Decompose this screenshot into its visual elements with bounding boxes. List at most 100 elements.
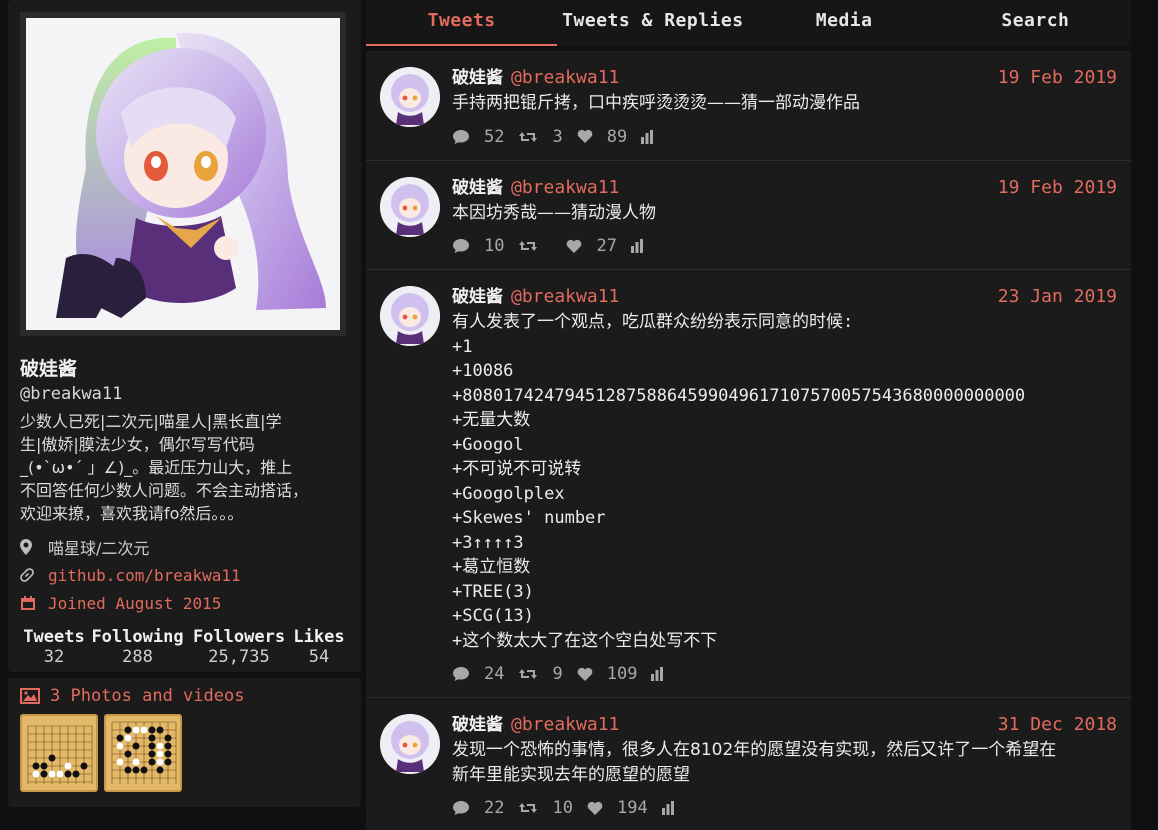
comment-icon	[453, 239, 469, 253]
heart-icon	[567, 239, 582, 253]
heart-icon	[577, 667, 593, 681]
stat-label: Likes	[293, 627, 345, 647]
retweet-icon	[519, 131, 538, 142]
tweet-avatar[interactable]	[380, 714, 440, 774]
photos-label[interactable]: 3 Photos and videos	[50, 686, 244, 706]
like-count: 194	[616, 798, 648, 818]
tweet-avatar[interactable]	[380, 176, 440, 237]
tweet[interactable]: 破娃酱 @breakwa11 31 Dec 2018 发现一个恐怖的事情，很多人…	[366, 698, 1131, 830]
tweet-author-name[interactable]: 破娃酱	[452, 63, 503, 88]
retweet-action[interactable]: 9	[518, 664, 563, 684]
link-icon	[20, 568, 48, 582]
retweet-count: 9	[552, 664, 563, 684]
stat-followers[interactable]: Followers 25,735	[187, 627, 291, 667]
retweet-action[interactable]: 10	[518, 798, 573, 818]
heart-icon	[577, 129, 593, 143]
stat-likes[interactable]: Likes 54	[291, 627, 347, 667]
reply-action[interactable]: 22	[452, 798, 504, 818]
reply-count: 24	[484, 664, 505, 684]
like-count: 89	[606, 126, 628, 147]
tweet-author-handle[interactable]: @breakwa11	[511, 714, 619, 735]
tweet-author-handle[interactable]: @breakwa11	[511, 286, 619, 307]
profile-joined: Joined August 2015	[20, 591, 349, 615]
tweet-date[interactable]: 19 Feb 2019	[998, 67, 1117, 88]
retweet-icon	[519, 669, 538, 679]
bar-chart-icon	[651, 667, 664, 681]
retweet-action[interactable]	[518, 238, 552, 254]
tweet[interactable]: 破娃酱 @breakwa11 23 Jan 2019 有人发表了一个观点，吃瓜群…	[366, 270, 1131, 698]
like-action[interactable]: 89	[577, 127, 627, 147]
profile-avatar[interactable]	[20, 12, 346, 336]
stats-action[interactable]	[661, 801, 688, 815]
tweet-actions: 22 10 194	[452, 797, 1117, 819]
tweet-author-name[interactable]: 破娃酱	[452, 282, 503, 307]
stat-value: 288	[122, 647, 153, 667]
stat-value: 25,735	[208, 647, 270, 667]
comment-icon	[453, 801, 469, 815]
tab-media[interactable]: Media	[749, 0, 940, 46]
tweet-actions: 52 3 89	[452, 126, 1117, 148]
tweet-actions: 10 27	[452, 235, 1117, 257]
tweet-author-name[interactable]: 破娃酱	[452, 710, 503, 735]
reply-action[interactable]: 10	[452, 236, 504, 256]
photo-thumbnail[interactable]	[104, 714, 182, 792]
tweet-header: 破娃酱 @breakwa11 31 Dec 2018	[452, 710, 1117, 735]
tweet[interactable]: 破娃酱 @breakwa11 19 Feb 2019 本因坊秀哉——猜动漫人物 …	[366, 160, 1131, 270]
photo-thumbnail[interactable]	[20, 714, 98, 792]
profile-location-text: 喵星球/二次元	[48, 539, 150, 558]
reply-action[interactable]: 52	[452, 127, 504, 147]
tweet-author-handle[interactable]: @breakwa11	[511, 177, 619, 198]
profile-stats: Tweets 32 Following 288 Followers 25,735…	[20, 627, 349, 667]
tweet-text: 发现一个恐怖的事情，很多人在8102年的愿望没有实现，然后又许了一个希望在 新年…	[452, 740, 1057, 785]
stat-tweets[interactable]: Tweets 32	[20, 627, 88, 667]
stat-label: Followers	[192, 627, 286, 647]
retweet-icon	[519, 241, 538, 251]
profile-joined-text: Joined August 2015	[48, 593, 222, 613]
tweet-avatar[interactable]	[380, 286, 440, 346]
like-action[interactable]: 109	[577, 664, 637, 684]
stat-following[interactable]: Following 288	[88, 627, 187, 667]
retweet-action[interactable]: 3	[518, 127, 563, 147]
stat-label: Tweets	[23, 627, 85, 647]
bar-chart-icon	[661, 801, 674, 815]
reply-action[interactable]: 24	[452, 664, 504, 684]
tweet[interactable]: 破娃酱 @breakwa11 19 Feb 2019 手持两把锟斤拷，口中疾呼烫…	[366, 51, 1131, 161]
profile-handle: @breakwa11	[20, 384, 123, 404]
profile-sidebar: 破娃酱 @breakwa11 少数人已死|二次元|喵星人|黑长直|学 生|傲娇|…	[8, 0, 361, 807]
photos-header[interactable]: 3 Photos and videos	[20, 686, 349, 706]
stats-action[interactable]	[651, 667, 677, 681]
tab-tweets-replies[interactable]: Tweets & Replies	[557, 0, 748, 46]
retweet-count: 10	[552, 798, 573, 818]
stats-action[interactable]	[641, 129, 667, 144]
tweet-author-name[interactable]: 破娃酱	[452, 173, 503, 198]
timeline-tabs: Tweets Tweets & Replies Media Search	[366, 0, 1131, 46]
reply-count: 52	[484, 126, 505, 147]
reply-count: 10	[484, 236, 505, 256]
photo-thumbnails	[20, 714, 349, 792]
profile-website[interactable]: github.com/breakwa11	[20, 563, 349, 587]
stats-action[interactable]	[630, 239, 657, 253]
like-action[interactable]: 27	[566, 236, 617, 256]
tab-search[interactable]: Search	[940, 0, 1131, 46]
tweet-header: 破娃酱 @breakwa11 19 Feb 2019	[452, 63, 1117, 88]
heart-icon	[587, 801, 603, 815]
tweet-text: 本因坊秀哉——猜动漫人物	[452, 202, 656, 223]
tweet-date[interactable]: 31 Dec 2018	[998, 714, 1117, 735]
stat-value: 54	[308, 647, 330, 667]
tweet-date[interactable]: 19 Feb 2019	[998, 177, 1117, 198]
timeline: Tweets Tweets & Replies Media Search 破娃酱…	[366, 0, 1131, 830]
tab-tweets[interactable]: Tweets	[366, 0, 558, 46]
tweet-avatar[interactable]	[380, 67, 440, 127]
tweet-date[interactable]: 23 Jan 2019	[998, 286, 1117, 307]
stat-value: 32	[43, 647, 65, 667]
like-action[interactable]: 194	[587, 798, 648, 818]
tweet-header: 破娃酱 @breakwa11 23 Jan 2019	[452, 282, 1117, 307]
location-pin-icon	[20, 539, 48, 555]
profile-card: 破娃酱 @breakwa11 少数人已死|二次元|喵星人|黑长直|学 生|傲娇|…	[8, 0, 361, 672]
profile-website-link[interactable]: github.com/breakwa11	[48, 566, 241, 585]
like-count: 27	[596, 236, 617, 256]
comment-icon	[453, 667, 469, 681]
photos-card: 3 Photos and videos	[8, 678, 361, 807]
tweet-author-handle[interactable]: @breakwa11	[511, 67, 619, 88]
bar-chart-icon	[630, 239, 643, 253]
